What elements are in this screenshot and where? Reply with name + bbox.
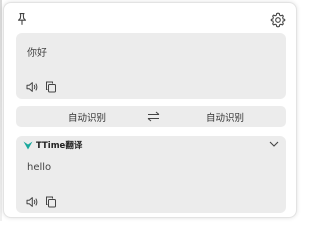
speaker-icon[interactable]	[26, 196, 39, 208]
source-text-panel[interactable]: 你好	[16, 33, 286, 99]
result-panel: TTime翻译 hello	[16, 136, 286, 213]
result-text: hello	[27, 162, 52, 173]
copy-icon[interactable]	[45, 196, 57, 208]
speaker-icon[interactable]	[26, 81, 39, 93]
titlebar	[4, 3, 296, 33]
source-language-selector[interactable]: 自动识别	[68, 110, 106, 124]
target-language-selector[interactable]: 自动识别	[206, 110, 244, 124]
result-header[interactable]: TTime翻译	[16, 136, 286, 154]
swap-icon[interactable]	[147, 111, 160, 122]
copy-icon[interactable]	[45, 81, 57, 93]
source-text-input[interactable]: 你好	[27, 44, 47, 59]
background-window-edge	[0, 0, 2, 221]
gear-icon[interactable]	[270, 12, 286, 28]
engine-logo-icon	[23, 141, 33, 150]
language-bar: 自动识别 自动识别	[16, 106, 286, 127]
engine-name: TTime翻译	[36, 141, 83, 151]
chevron-down-icon[interactable]	[269, 140, 279, 148]
pin-icon[interactable]	[15, 12, 29, 26]
translation-window: 你好 自动识别 自动识别 TTime翻译 hello	[3, 2, 297, 218]
